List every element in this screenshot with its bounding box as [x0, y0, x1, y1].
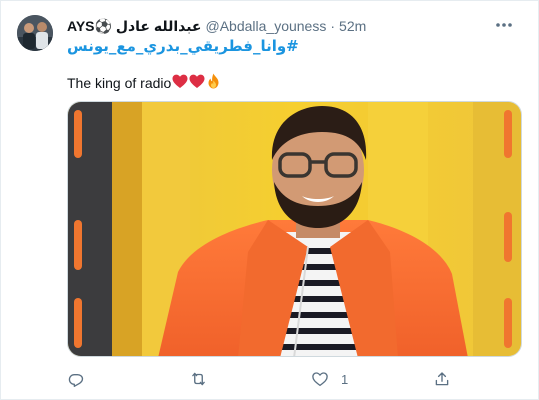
separator-dot: · [330, 18, 336, 34]
heart-icon [312, 372, 328, 387]
like-count: 1 [341, 371, 349, 387]
reply-icon [68, 373, 84, 387]
hashtag-link[interactable]: #وانا_فطريقي_بدري_مع_يونس [67, 37, 299, 55]
red-heart-icon [189, 74, 205, 92]
fire-icon [206, 73, 221, 92]
tweet[interactable]: AYS⚽ عبدالله عادل @Abdalla_youness · 52m… [0, 0, 539, 400]
share-button[interactable] [433, 369, 463, 389]
like-button[interactable]: 1 [311, 369, 348, 389]
tweet-header: AYS⚽ عبدالله عادل @Abdalla_youness · 52m [67, 16, 527, 36]
avatar-image [17, 15, 53, 51]
red-heart-icon [172, 74, 188, 92]
tweet-actions: 1 [67, 369, 457, 389]
photo-image [68, 102, 521, 356]
avatar[interactable] [17, 15, 53, 51]
tweet-body: The king of radio [67, 73, 221, 92]
reply-button[interactable] [67, 369, 97, 389]
share-icon [435, 372, 449, 386]
user-handle[interactable]: @Abdalla_youness [206, 18, 327, 34]
more-icon [496, 23, 512, 27]
tweet-photo[interactable] [67, 101, 522, 357]
tweet-text: The king of radio [67, 74, 172, 91]
timestamp[interactable]: 52m [339, 18, 366, 34]
retweet-icon [192, 372, 205, 386]
retweet-button[interactable] [189, 369, 220, 389]
display-name[interactable]: AYS⚽ عبدالله عادل [67, 18, 202, 35]
more-options-button[interactable] [492, 15, 516, 35]
